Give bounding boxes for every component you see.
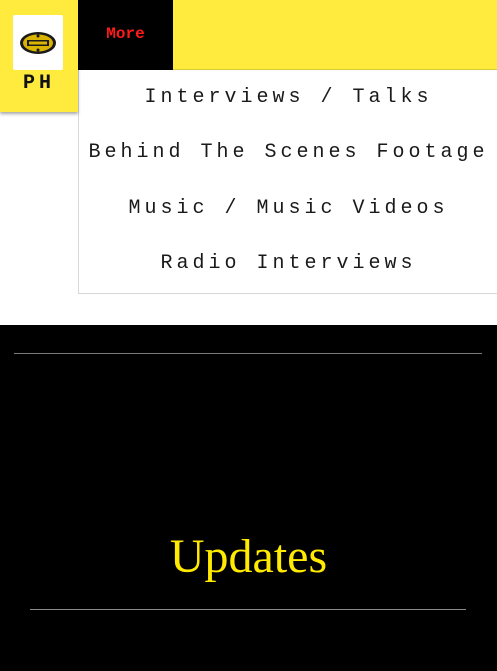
updates-heading: Updates <box>169 530 328 583</box>
section-divider-bottom <box>30 609 466 610</box>
logo-text: PH <box>22 72 55 95</box>
more-dropdown-menu: Interviews / Talks Behind The Scenes Foo… <box>78 70 497 294</box>
menu-item-interviews-talks[interactable]: Interviews / Talks <box>79 86 497 110</box>
more-menu-button[interactable]: More <box>78 0 173 70</box>
menu-item-behind-the-scenes[interactable]: Behind The Scenes Footage <box>79 141 497 165</box>
site-logo-link[interactable]: PH <box>0 0 78 112</box>
page: PH More Interviews / Talks Behind The Sc… <box>0 0 497 671</box>
menu-item-radio-interviews[interactable]: Radio Interviews <box>79 252 497 276</box>
section-divider-top <box>14 353 482 354</box>
logo-emblem-icon <box>13 15 63 70</box>
menu-item-music-videos[interactable]: Music / Music Videos <box>79 197 497 221</box>
updates-section: Updates <box>0 325 497 671</box>
